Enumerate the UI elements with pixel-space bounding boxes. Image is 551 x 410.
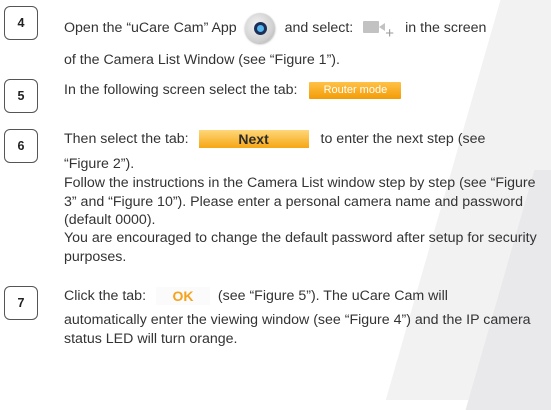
step-7-line-1: Click the tab: OK (see “Figure 5”). The … <box>64 287 448 306</box>
step-4-text-a: Open the “uCare Cam” App <box>64 19 237 36</box>
step-6-line-2: “Figure 2”). <box>64 156 135 172</box>
step-7-text-a: Click the tab: <box>64 288 147 304</box>
step-7-text-b: (see “Figure 5”). The uCare Cam will <box>217 288 448 304</box>
step-5-line: In the following screen select the tab: … <box>64 81 402 99</box>
step-6-text-a: Then select the tab: <box>64 131 189 147</box>
step-4-line-2: of the Camera List Window (see “Figure 1… <box>64 52 340 68</box>
step-7-number: 7 <box>4 286 38 320</box>
router-mode-tab[interactable]: Router mode <box>309 81 402 99</box>
step-7-description: automatically enter the viewing window (… <box>64 312 531 347</box>
step-4-text-c: in the screen <box>405 19 487 36</box>
step-6-line-1: Then select the tab: Next to enter the n… <box>64 130 486 149</box>
camera-add-icon: + <box>363 18 394 41</box>
step-6-number: 6 <box>4 129 38 163</box>
step-5-number: 5 <box>4 79 38 113</box>
step-4-line-1: Open the “uCare Cam” App and select: + i… <box>64 13 486 43</box>
next-tab[interactable]: Next <box>198 130 309 149</box>
ucare-cam-app-icon <box>244 13 275 43</box>
step-5-text: In the following screen select the tab: <box>64 82 298 98</box>
step-6-security-note: You are encouraged to change the default… <box>64 230 537 265</box>
step-6-instructions: Follow the instructions in the Camera Li… <box>64 175 536 228</box>
step-6-text-b: to enter the next step (see <box>320 131 486 147</box>
ok-tab[interactable]: OK <box>155 287 210 306</box>
step-4-text-b: and select: <box>284 19 354 36</box>
step-4-number: 4 <box>4 6 38 40</box>
